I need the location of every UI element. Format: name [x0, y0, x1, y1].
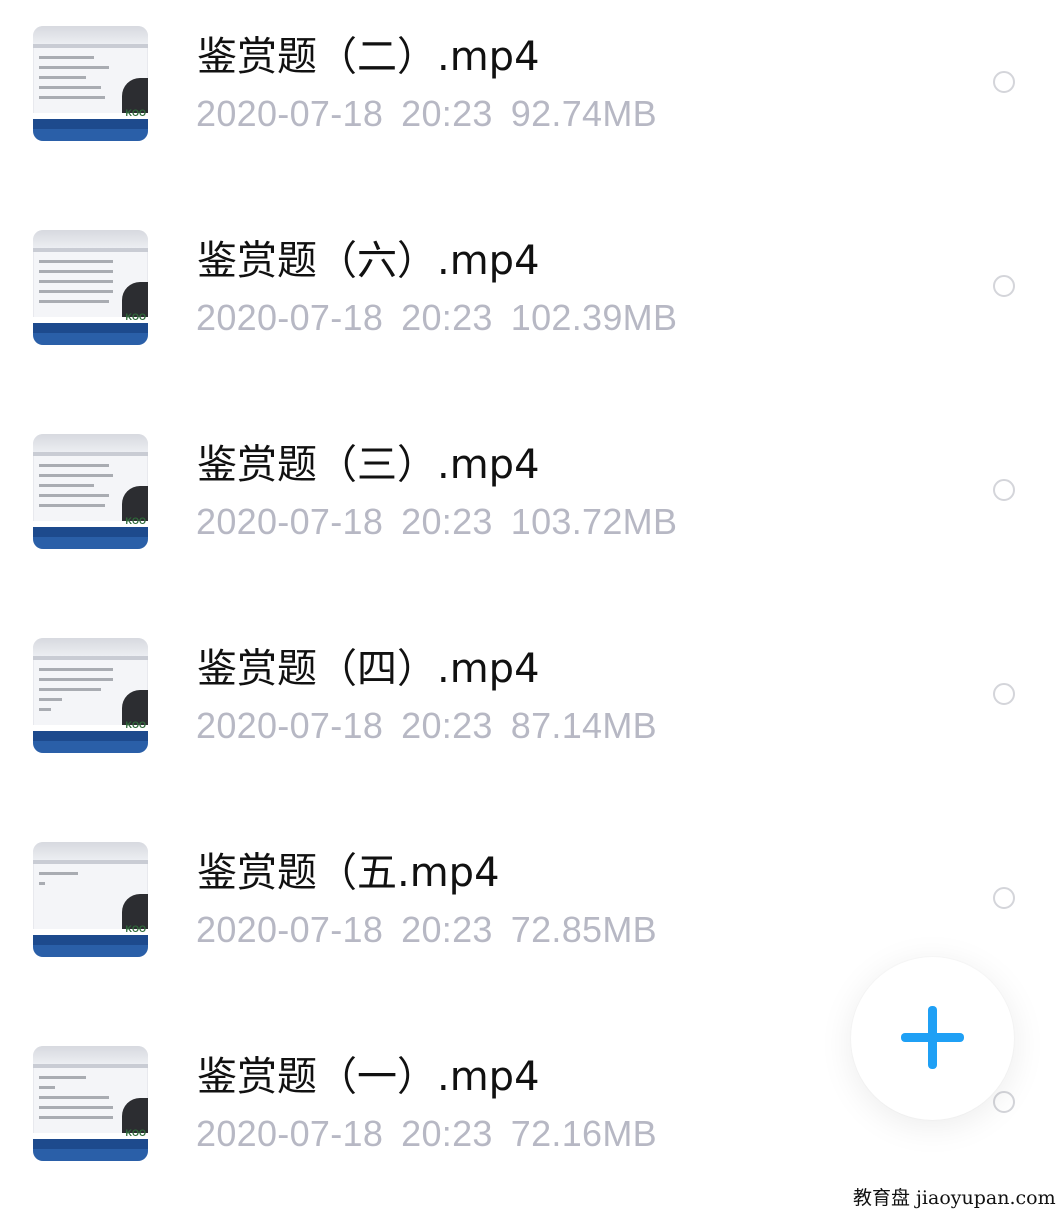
file-meta: 2020-07-18 20:23 87.14MB [196, 705, 675, 747]
file-date: 2020-07-18 [196, 93, 384, 134]
thumbnail-logo: KOO [125, 312, 146, 322]
file-time: 20:23 [401, 1113, 493, 1154]
file-row[interactable]: KOO 鉴赏题（六）.mp4 2020-07-18 20:23 102.39MB [0, 204, 1059, 408]
file-date: 2020-07-18 [196, 909, 384, 950]
file-meta: 2020-07-18 20:23 103.72MB [196, 501, 695, 543]
thumbnail-logo: KOO [125, 516, 146, 526]
file-size: 72.16MB [510, 1113, 657, 1154]
file-date: 2020-07-18 [196, 501, 384, 542]
thumbnail-logo: KOO [125, 924, 146, 934]
file-size: 87.14MB [510, 705, 657, 746]
select-radio[interactable] [993, 479, 1015, 501]
file-size: 72.85MB [510, 909, 657, 950]
file-row[interactable]: KOO 鉴赏题（二）.mp4 2020-07-18 20:23 92.74MB [0, 0, 1059, 204]
file-name: 鉴赏题（三）.mp4 [197, 442, 540, 488]
file-date: 2020-07-18 [196, 705, 384, 746]
watermark: 教育盘 jiaoyupan.com [853, 1187, 1056, 1209]
file-time: 20:23 [401, 501, 493, 542]
select-radio[interactable] [993, 1091, 1015, 1113]
file-time: 20:23 [401, 93, 493, 134]
file-meta: 2020-07-18 20:23 92.74MB [196, 93, 675, 135]
file-meta: 2020-07-18 20:23 102.39MB [196, 297, 695, 339]
file-name: 鉴赏题（二）.mp4 [197, 34, 540, 80]
add-button[interactable] [851, 957, 1014, 1120]
file-time: 20:23 [401, 705, 493, 746]
file-name: 鉴赏题（五.mp4 [197, 850, 500, 896]
video-thumbnail: KOO [33, 230, 148, 345]
video-thumbnail: KOO [33, 842, 148, 957]
file-name: 鉴赏题（四）.mp4 [197, 646, 540, 692]
file-name: 鉴赏题（六）.mp4 [197, 238, 540, 284]
file-row[interactable]: KOO 鉴赏题（三）.mp4 2020-07-18 20:23 103.72MB [0, 408, 1059, 612]
file-name: 鉴赏题（一）.mp4 [197, 1054, 540, 1100]
select-radio[interactable] [993, 275, 1015, 297]
select-radio[interactable] [993, 683, 1015, 705]
thumbnail-logo: KOO [125, 108, 146, 118]
video-thumbnail: KOO [33, 26, 148, 141]
file-size: 102.39MB [510, 297, 678, 338]
file-date: 2020-07-18 [196, 1113, 384, 1154]
video-thumbnail: KOO [33, 638, 148, 753]
file-meta: 2020-07-18 20:23 72.16MB [196, 1113, 675, 1155]
select-radio[interactable] [993, 887, 1015, 909]
file-row[interactable]: KOO 鉴赏题（四）.mp4 2020-07-18 20:23 87.14MB [0, 612, 1059, 816]
file-time: 20:23 [401, 297, 493, 338]
video-thumbnail: KOO [33, 1046, 148, 1161]
file-time: 20:23 [401, 909, 493, 950]
file-size: 103.72MB [510, 501, 678, 542]
file-size: 92.74MB [510, 93, 657, 134]
file-meta: 2020-07-18 20:23 72.85MB [196, 909, 675, 951]
thumbnail-logo: KOO [125, 720, 146, 730]
file-date: 2020-07-18 [196, 297, 384, 338]
video-thumbnail: KOO [33, 434, 148, 549]
thumbnail-logo: KOO [125, 1128, 146, 1138]
select-radio[interactable] [993, 71, 1015, 93]
